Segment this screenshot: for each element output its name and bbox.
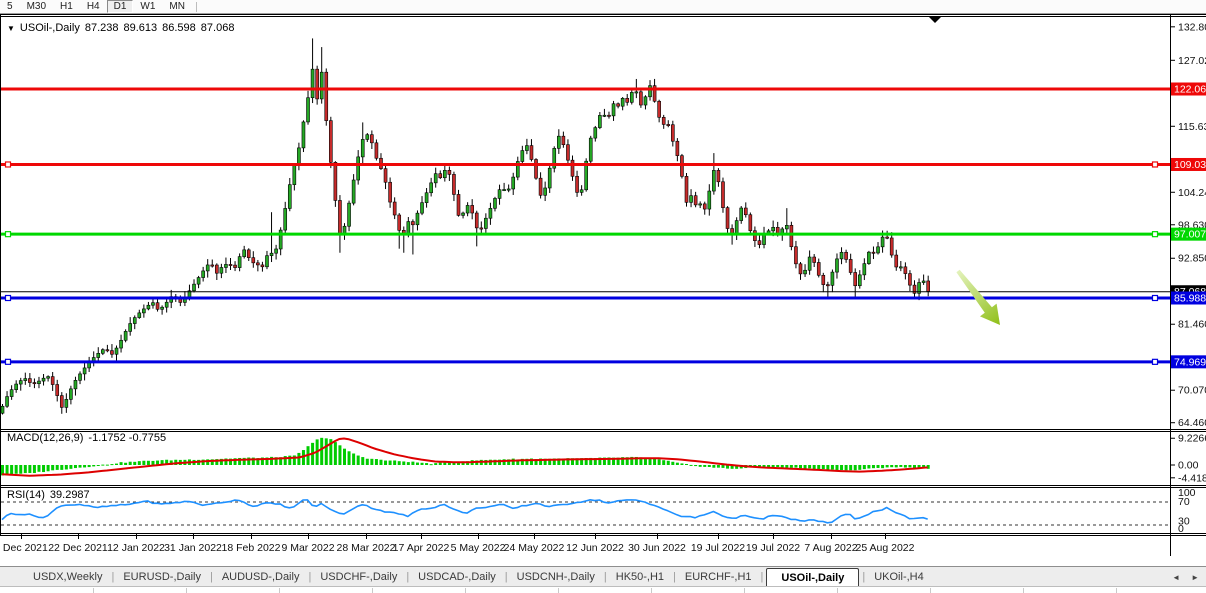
collapse-triangle-icon[interactable]: ▼: [7, 24, 15, 33]
hline-handle-109.036[interactable]: [6, 162, 11, 167]
chart-tab-ukoil-h4[interactable]: UKOil-,H4: [865, 568, 933, 587]
rsi-axis-label: 70: [1178, 496, 1190, 508]
bottom-strip-separator: [372, 588, 373, 593]
date-tick-label: 24 May 2022: [504, 542, 565, 554]
bottom-strip: [0, 586, 1206, 593]
rsi-value: 39.2987: [50, 489, 90, 501]
macd-name: MACD(12,26,9): [7, 432, 83, 444]
date-tick-label: 17 Apr 2022: [393, 542, 450, 554]
price-label-text: 74.969: [1174, 356, 1206, 368]
date-tick-label: 19 Jul 2022: [691, 542, 745, 554]
ohlc-close: 87.068: [201, 22, 235, 34]
bottom-strip-separator: [279, 588, 280, 593]
chart-tabs: USDX,Weekly|EURUSD-,Daily|AUDUSD-,Daily|…: [0, 567, 933, 587]
rsi-panel: 10070300: [1, 487, 1196, 535]
price-tick-label: 81.460: [1178, 319, 1206, 331]
bottom-strip-separator: [558, 588, 559, 593]
price-tick-label: 104.240: [1178, 187, 1206, 199]
date-tick-label: 30 Jun 2022: [628, 542, 686, 554]
tab-scroll-left-icon[interactable]: ◄: [1172, 573, 1180, 582]
bottom-strip-separator: [1023, 588, 1024, 593]
rsi-axis-label: 0: [1178, 523, 1184, 535]
horizontal-lines: [1, 89, 1170, 364]
chart-tab-eurchf-h1[interactable]: EURCHF-,H1: [676, 568, 761, 587]
chart-tab-usoil-daily[interactable]: USOil-,Daily: [766, 568, 859, 588]
price-tick-label: 115.630: [1178, 121, 1206, 133]
bottom-strip-separator: [465, 588, 466, 593]
rsi-line: [2, 500, 928, 523]
macd-indicator-label: MACD(12,26,9) -1.1752 -0.7755: [7, 432, 166, 444]
price-tick-label: 70.070: [1178, 385, 1206, 397]
chart-tab-bar: USDX,Weekly|EURUSD-,Daily|AUDUSD-,Daily|…: [0, 566, 1206, 587]
tab-separator: |: [761, 568, 764, 587]
hline-handle-85.988[interactable]: [1153, 295, 1158, 300]
chart-symbol-label: USOil-,Daily: [20, 22, 80, 34]
date-tick-label: 12 Jun 2022: [566, 542, 624, 554]
macd-signal-line: [2, 439, 928, 476]
bottom-strip-separator: [930, 588, 931, 593]
chart-shift-triangle-icon[interactable]: [929, 17, 941, 23]
panel-borders: [0, 14, 1206, 556]
date-tick-label: 22 Dec 2021: [48, 542, 108, 554]
chart-tab-usdchf-daily[interactable]: USDCHF-,Daily: [311, 568, 406, 587]
macd-axis-label: -4.4188: [1178, 472, 1206, 484]
bottom-strip-separator: [186, 588, 187, 593]
bottom-strip-separator: [1116, 588, 1117, 593]
chart-tab-usdcnh-daily[interactable]: USDCNH-,Daily: [508, 568, 604, 587]
price-tick-label: 127.020: [1178, 55, 1206, 67]
date-tick-label: 5 May 2022: [451, 542, 506, 554]
date-tick-label: 3 Dec 2021: [0, 542, 48, 554]
chart-title: ▼ USOil-,Daily 87.238 89.613 86.598 87.0…: [7, 22, 234, 34]
date-tick-label: 9 Mar 2022: [281, 542, 334, 554]
bottom-strip-separator: [744, 588, 745, 593]
price-label-text: 122.066: [1174, 84, 1206, 96]
chart-tab-hk50-h1[interactable]: HK50-,H1: [607, 568, 673, 587]
macd-axis-label: 9.2266: [1178, 433, 1206, 445]
price-label-text: 97.007: [1174, 229, 1206, 241]
ohlc-open: 87.238: [85, 22, 119, 34]
bottom-strip-separator: [837, 588, 838, 593]
chart-canvas: 132.800127.020115.630104.24098.63092.850…: [0, 0, 1206, 593]
chart-tab-usdcad-daily[interactable]: USDCAD-,Daily: [409, 568, 505, 587]
price-label-text: 109.036: [1174, 159, 1206, 171]
price-tick-label: 132.800: [1178, 21, 1206, 33]
candlestick-series: [1, 38, 930, 414]
tab-scroll-right-icon[interactable]: ►: [1191, 573, 1199, 582]
bottom-strip-separator: [93, 588, 94, 593]
date-axis: 3 Dec 202122 Dec 202112 Jan 202231 Jan 2…: [0, 534, 915, 554]
macd-values: -1.1752 -0.7755: [88, 432, 166, 444]
hline-handle-97.007[interactable]: [1153, 232, 1158, 237]
hline-handle-97.007[interactable]: [6, 232, 11, 237]
date-tick-label: 18 Feb 2022: [222, 542, 281, 554]
date-tick-label: 19 Jul 2022: [746, 542, 800, 554]
date-tick-label: 12 Jan 2022: [107, 542, 165, 554]
price-axis: 132.800127.020115.630104.24098.63092.850…: [1170, 21, 1206, 429]
date-tick-label: 31 Jan 2022: [164, 542, 222, 554]
chart-tab-usdx-weekly[interactable]: USDX,Weekly: [24, 568, 111, 587]
price-label-text: 85.988: [1174, 292, 1206, 304]
chart-tab-audusd-daily[interactable]: AUDUSD-,Daily: [213, 568, 309, 587]
date-tick-label: 7 Aug 2022: [804, 542, 857, 554]
price-tick-label: 64.460: [1178, 417, 1206, 429]
macd-panel: 9.2266 0.00-4.4188: [1, 433, 1206, 485]
bottom-strip-separator: [651, 588, 652, 593]
date-tick-label: 28 Mar 2022: [337, 542, 396, 554]
hline-handle-74.969[interactable]: [1153, 359, 1158, 364]
hline-handle-74.969[interactable]: [6, 359, 11, 364]
price-tick-label: 92.850: [1178, 253, 1206, 265]
date-tick-label: 25 Aug 2022: [856, 542, 915, 554]
rsi-name: RSI(14): [7, 489, 45, 501]
chart-tab-eurusd-daily[interactable]: EURUSD-,Daily: [114, 568, 210, 587]
ohlc-low: 86.598: [162, 22, 196, 34]
hline-handle-109.036[interactable]: [1153, 162, 1158, 167]
trading-terminal-window: 5M30H1H4D1W1MN 132.800127.020115.630104.…: [0, 0, 1206, 593]
tab-scroll-arrows: ◄ ►: [1172, 567, 1206, 587]
ohlc-high: 89.613: [123, 22, 157, 34]
macd-axis-label: 0.00: [1178, 460, 1199, 472]
hline-handle-85.988[interactable]: [6, 295, 11, 300]
rsi-indicator-label: RSI(14) 39.2987: [7, 489, 90, 501]
